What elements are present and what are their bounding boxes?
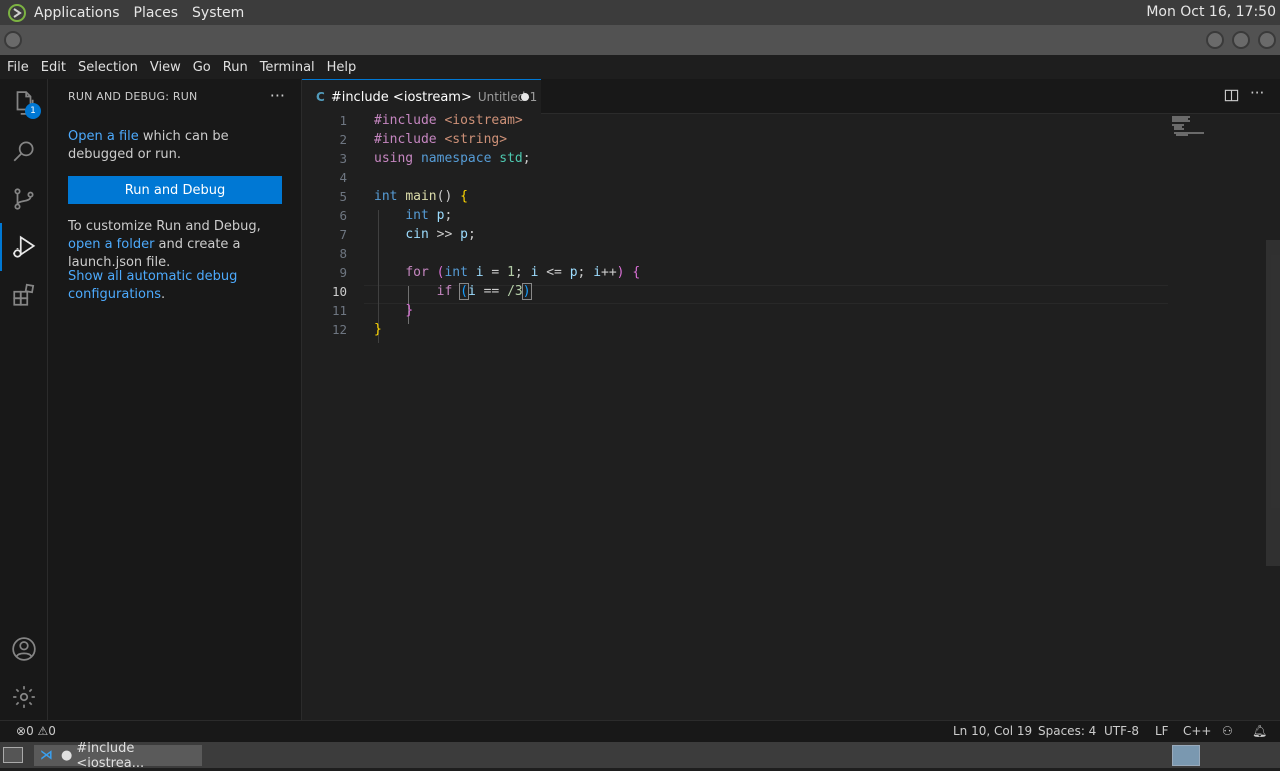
line-number: 5 xyxy=(339,189,347,204)
menu-edit[interactable]: Edit xyxy=(35,60,72,75)
extensions-button[interactable] xyxy=(0,271,48,319)
line-number: 8 xyxy=(339,246,347,261)
line-number: 12 xyxy=(331,322,347,337)
taskbar-window-button[interactable]: ⋊ ● #include <iostrea... xyxy=(34,741,202,771)
source-control-icon xyxy=(14,188,34,210)
places-menu[interactable]: Places xyxy=(134,5,189,21)
explorer-badge: 1 xyxy=(25,103,41,119)
code-line: #include <iostream> xyxy=(374,113,523,128)
error-icon: ⊗ xyxy=(16,724,27,738)
code-line: int p; xyxy=(405,208,453,223)
vertical-scrollbar[interactable] xyxy=(1266,240,1280,566)
menu-help[interactable]: Help xyxy=(321,60,363,75)
code-line-current: if (i == /3) xyxy=(436,283,532,300)
tab-title: #include <iostream> xyxy=(330,89,472,105)
line-number-current: 10 xyxy=(331,284,347,299)
taskbar-window-title: #include <iostrea... xyxy=(76,740,145,771)
line-number: 6 xyxy=(339,208,347,223)
notifications-bell-icon[interactable]: 🔔︎ xyxy=(1252,724,1267,738)
menu-file[interactable]: File xyxy=(0,60,35,75)
run-debug-sidebar: RUN AND DEBUG: RUN ··· Open a file which… xyxy=(48,79,302,720)
open-file-link[interactable]: Open a file xyxy=(68,129,139,144)
unsaved-dot-icon[interactable] xyxy=(521,93,529,101)
run-debug-icon xyxy=(13,235,36,258)
encoding[interactable]: UTF-8 xyxy=(1104,724,1139,738)
language-mode[interactable]: C++ xyxy=(1183,724,1212,738)
show-configs-paragraph: Show all automatic debug configurations. xyxy=(68,269,238,302)
account-icon xyxy=(12,637,36,661)
clock[interactable]: Mon Oct 16, 17:50 xyxy=(1146,4,1276,20)
cursor-position[interactable]: Ln 10, Col 19 xyxy=(953,724,1032,738)
code-line: cin >> p; xyxy=(405,227,476,242)
warning-icon: ⚠ xyxy=(37,724,49,738)
line-number: 4 xyxy=(339,170,347,185)
system-menu[interactable]: System xyxy=(192,5,254,21)
explorer-button[interactable]: 1 xyxy=(0,79,48,127)
show-debug-configs-link[interactable]: Show all automatic debug configurations xyxy=(68,269,237,302)
more-actions-icon[interactable]: ··· xyxy=(270,86,285,105)
indentation[interactable]: Spaces: 4 xyxy=(1038,724,1096,738)
end-of-line[interactable]: LF xyxy=(1155,724,1169,738)
window-title-bar[interactable] xyxy=(0,25,1280,55)
editor-tab-bar: C #include <iostream> Untitled-1 ··· xyxy=(302,79,1280,114)
distro-logo-icon[interactable] xyxy=(6,2,28,24)
cpp-file-icon: C xyxy=(316,90,325,104)
minimap[interactable] xyxy=(1170,114,1270,144)
code-line: #include <string> xyxy=(374,132,508,147)
code-line: for (int i = 1; i <= p; i++) { xyxy=(405,265,641,280)
code-line: int main() { xyxy=(374,189,468,204)
close-button[interactable] xyxy=(1258,31,1276,49)
line-number: 11 xyxy=(331,303,347,318)
vscode-icon: ⋊ xyxy=(40,748,53,763)
menu-view[interactable]: View xyxy=(144,60,187,75)
applications-menu[interactable]: Applications xyxy=(34,5,130,21)
menu-selection[interactable]: Selection xyxy=(72,60,144,75)
menu-terminal[interactable]: Terminal xyxy=(254,60,321,75)
unsaved-dot-icon: ● xyxy=(61,748,73,763)
open-file-paragraph: Open a file which can be debugged or run… xyxy=(68,129,229,162)
search-button[interactable] xyxy=(0,127,48,175)
editor-tab[interactable]: C #include <iostream> Untitled-1 xyxy=(302,79,541,114)
activity-bar: 1 xyxy=(0,79,48,720)
search-icon xyxy=(13,141,34,162)
menu-go[interactable]: Go xyxy=(187,60,217,75)
more-actions-icon[interactable]: ··· xyxy=(1250,84,1264,102)
window-menu-icon[interactable] xyxy=(4,31,22,49)
maximize-button[interactable] xyxy=(1232,31,1250,49)
line-number: 7 xyxy=(339,227,347,242)
code-editor[interactable]: 1 2 3 4 5 6 7 8 9 10 11 12 #include <ios… xyxy=(302,113,1280,720)
run-and-debug-button[interactable]: Run and Debug xyxy=(68,176,282,204)
line-number: 9 xyxy=(339,265,347,280)
code-line: } xyxy=(374,322,382,337)
settings-gear-icon xyxy=(13,686,35,708)
menu-run[interactable]: Run xyxy=(217,60,254,75)
feedback-icon[interactable]: ⚇ xyxy=(1222,724,1233,738)
split-editor-icon[interactable] xyxy=(1224,88,1239,107)
menu-bar: File Edit Selection View Go Run Terminal… xyxy=(0,55,1280,79)
manage-button[interactable] xyxy=(0,673,48,721)
system-top-panel: Applications Places System Mon Oct 16, 1… xyxy=(0,0,1280,25)
open-folder-link[interactable]: open a folder xyxy=(68,237,154,252)
problems-indicator[interactable]: ⊗0 ⚠0 xyxy=(16,724,56,738)
extensions-icon xyxy=(13,283,35,306)
line-number: 3 xyxy=(339,151,347,166)
workspace-switcher[interactable] xyxy=(1172,745,1200,766)
sidebar-title: RUN AND DEBUG: RUN xyxy=(68,90,198,103)
code-line: using namespace std; xyxy=(374,151,531,166)
customize-paragraph: To customize Run and Debug, open a folde… xyxy=(68,219,261,270)
line-number: 2 xyxy=(339,132,347,147)
run-debug-button[interactable] xyxy=(0,223,48,271)
source-control-button[interactable] xyxy=(0,175,48,223)
line-number: 1 xyxy=(339,113,347,128)
code-line: } xyxy=(405,303,414,318)
status-bar: ⊗0 ⚠0 Ln 10, Col 19 Spaces: 4 UTF-8 LF C… xyxy=(0,720,1280,742)
minimize-button[interactable] xyxy=(1206,31,1224,49)
accounts-button[interactable] xyxy=(0,625,48,673)
taskbar: ⋊ ● #include <iostrea... xyxy=(0,741,1280,771)
show-desktop-icon[interactable] xyxy=(3,747,23,763)
